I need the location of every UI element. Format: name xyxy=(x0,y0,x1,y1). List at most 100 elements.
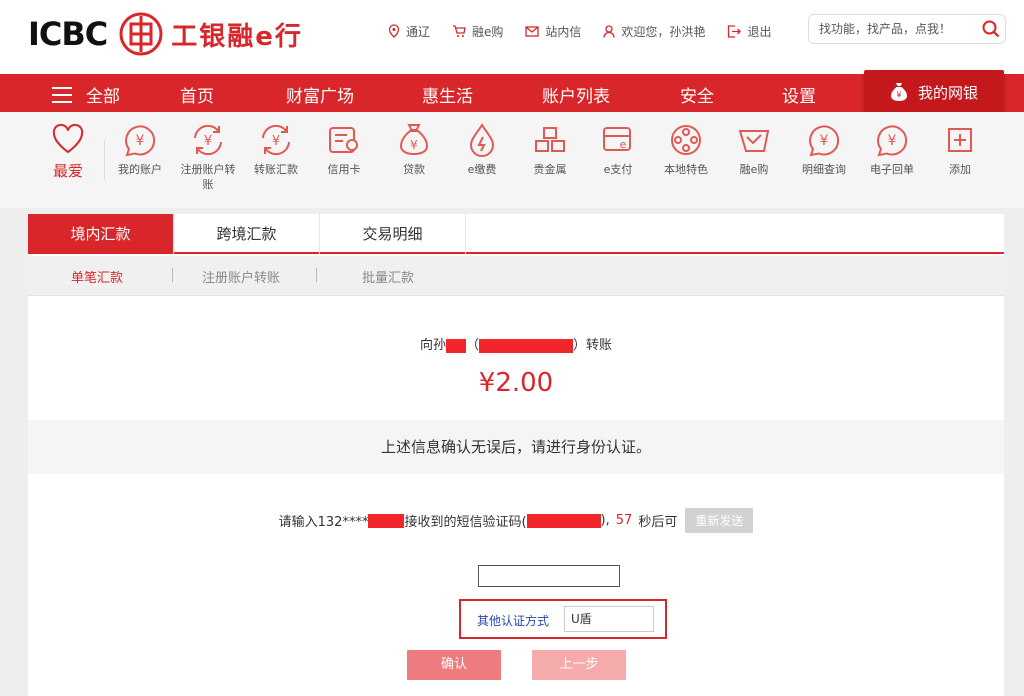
subtab-registered[interactable]: 注册账户转账 xyxy=(202,267,280,286)
recipient-suffix: ）转账 xyxy=(573,338,613,353)
e-pay-icon: e xyxy=(600,122,636,158)
countdown-seconds: 57 xyxy=(615,513,633,528)
icbc-seal-icon xyxy=(119,12,163,56)
sms-text-4: 秒后可 xyxy=(638,515,678,530)
nav-item-settings[interactable]: 设置 xyxy=(782,82,816,107)
link-location[interactable]: 通辽 xyxy=(388,23,430,40)
shortcut-loan[interactable]: ¥ 贷款 xyxy=(382,122,446,177)
link-logout[interactable]: 退出 xyxy=(727,23,771,40)
subtab-single[interactable]: 单笔汇款 xyxy=(71,267,123,286)
svg-text:¥: ¥ xyxy=(888,133,897,149)
svg-text:¥: ¥ xyxy=(896,91,901,100)
link-user[interactable]: 欢迎您，孙洪艳 xyxy=(603,23,705,40)
shortcut-e-pay[interactable]: e e支付 xyxy=(586,122,650,177)
shopping-bag-icon xyxy=(736,122,772,158)
nav-item-wealth[interactable]: 财富广场 xyxy=(286,82,354,107)
search-icon xyxy=(982,20,1000,38)
logo-text: ICBC xyxy=(28,15,108,53)
confirm-message: 上述信息确认无误后，请进行身份认证。 xyxy=(28,420,1004,474)
transfer-panel: 境内汇款 跨境汇款 交易明细 单笔汇款 注册账户转账 批量汇款 向孙 （ ）转账 ¥… xyxy=(28,214,1004,696)
auth-method-select[interactable]: U盾 xyxy=(564,606,654,632)
transfer-subtabs: 单笔汇款 注册账户转账 批量汇款 xyxy=(28,256,1004,296)
nav-item-life[interactable]: 惠生活 xyxy=(422,82,473,107)
svg-text:¥: ¥ xyxy=(410,138,418,152)
nav-all-menu[interactable]: 全部 xyxy=(52,82,120,107)
search-input[interactable] xyxy=(809,22,977,36)
logout-icon xyxy=(728,24,742,38)
cart-icon xyxy=(453,24,466,37)
sms-text-2: 接收到的短信验证码( xyxy=(404,515,527,530)
subtab-batch[interactable]: 批量汇款 xyxy=(362,267,414,286)
link-mail[interactable]: 站内信 xyxy=(525,23,581,40)
shortcut-bar: 最爱 ¥ 我的账户 ¥ 注册账户转账 ¥ 转账汇款 信用卡 ¥ 贷款 e缴费 贵… xyxy=(0,112,1024,208)
shortcut-details-query[interactable]: ¥ 明细查询 xyxy=(792,122,856,177)
shortcut-label: 明细查询 xyxy=(802,163,846,176)
favorites-label: 最爱 xyxy=(52,162,83,180)
top-header: ICBC 工银融e行 通辽 融e购 站内信 欢迎您，孙洪艳 退出 xyxy=(0,0,1024,74)
my-bank-button[interactable]: ¥ 我的网银 xyxy=(864,70,1004,114)
shortcut-credit-card[interactable]: 信用卡 xyxy=(312,122,376,177)
shortcut-registered-transfer[interactable]: ¥ 注册账户转账 xyxy=(176,122,240,192)
svg-text:¥: ¥ xyxy=(204,134,212,149)
shortcut-label: 贷款 xyxy=(403,163,425,176)
shortcut-label: 我的账户 xyxy=(118,163,162,176)
svg-text:¥: ¥ xyxy=(272,134,280,149)
link-mail-label: 站内信 xyxy=(545,24,582,39)
heart-icon xyxy=(52,124,84,154)
yen-coin-icon: ¥ xyxy=(874,122,910,158)
nav-item-home[interactable]: 首页 xyxy=(180,82,214,107)
link-rong-e-gou-label: 融e购 xyxy=(472,24,504,39)
location-pin-icon xyxy=(388,24,400,38)
confirm-button[interactable]: 确认 xyxy=(407,650,501,680)
sms-instruction: 请输入132**** 接收到的短信验证码(), 57 秒后可 重新发送 xyxy=(28,508,1004,533)
subtab-separator xyxy=(172,268,173,282)
redacted-name xyxy=(445,338,466,353)
tab-domestic[interactable]: 境内汇款 xyxy=(28,214,174,254)
money-bag-icon: ¥ xyxy=(396,122,432,158)
svg-text:¥: ¥ xyxy=(820,133,829,149)
other-auth-link[interactable]: 其他认证方式 xyxy=(477,612,549,629)
link-user-label: 欢迎您，孙洪艳 xyxy=(621,24,706,39)
shortcut-transfer[interactable]: ¥ 转账汇款 xyxy=(244,122,308,177)
link-location-label: 通辽 xyxy=(406,24,431,39)
redacted-code-id xyxy=(526,513,601,528)
yen-exchange-icon: ¥ xyxy=(258,122,294,158)
shortcut-add[interactable]: 添加 xyxy=(928,122,992,177)
resend-button[interactable]: 重新发送 xyxy=(685,508,754,533)
shortcut-my-account[interactable]: ¥ 我的账户 xyxy=(108,122,172,177)
transfer-tabs: 境内汇款 跨境汇款 交易明细 xyxy=(28,214,1004,254)
sms-code-input[interactable] xyxy=(478,565,620,587)
shortcut-label: 融e购 xyxy=(739,163,769,176)
money-bag-icon: ¥ xyxy=(890,83,907,101)
gold-bars-icon xyxy=(532,122,568,158)
subtab-separator xyxy=(316,268,317,282)
shortcut-rong-e-gou[interactable]: 融e购 xyxy=(722,122,786,177)
tab-transaction-details[interactable]: 交易明细 xyxy=(320,214,466,254)
shortcut-label: 转账汇款 xyxy=(254,163,298,176)
hamburger-icon xyxy=(52,86,72,103)
recipient-prefix: 向孙 xyxy=(419,338,446,353)
redacted-account xyxy=(479,338,573,353)
shortcut-label: e支付 xyxy=(603,163,633,176)
link-rong-e-gou[interactable]: 融e购 xyxy=(452,23,503,40)
icbc-logo[interactable]: ICBC 工银融e行 xyxy=(28,12,303,56)
search-box xyxy=(808,14,1006,44)
nav-item-security[interactable]: 安全 xyxy=(680,82,714,107)
shortcut-local-features[interactable]: 本地特色 xyxy=(654,122,718,177)
shortcut-e-receipt[interactable]: ¥ 电子回单 xyxy=(860,122,924,177)
back-button[interactable]: 上一步 xyxy=(532,650,626,680)
mail-icon xyxy=(525,25,540,37)
shortcut-label: 贵金属 xyxy=(533,163,567,176)
search-button[interactable] xyxy=(977,15,1005,43)
shortcut-e-pay-bills[interactable]: e缴费 xyxy=(450,122,514,177)
nav-item-accounts[interactable]: 账户列表 xyxy=(542,82,610,107)
user-icon xyxy=(603,24,616,38)
shortcut-label: 本地特色 xyxy=(664,163,708,176)
sms-text-3: ), xyxy=(600,513,610,528)
favorites-button[interactable]: 最爱 xyxy=(46,124,90,181)
shortcut-label: 信用卡 xyxy=(327,163,361,176)
shortcut-precious-metals[interactable]: 贵金属 xyxy=(518,122,582,177)
tab-cross-border[interactable]: 跨境汇款 xyxy=(174,214,320,254)
yen-coin-icon: ¥ xyxy=(122,122,158,158)
shortcut-label: e缴费 xyxy=(467,163,497,176)
